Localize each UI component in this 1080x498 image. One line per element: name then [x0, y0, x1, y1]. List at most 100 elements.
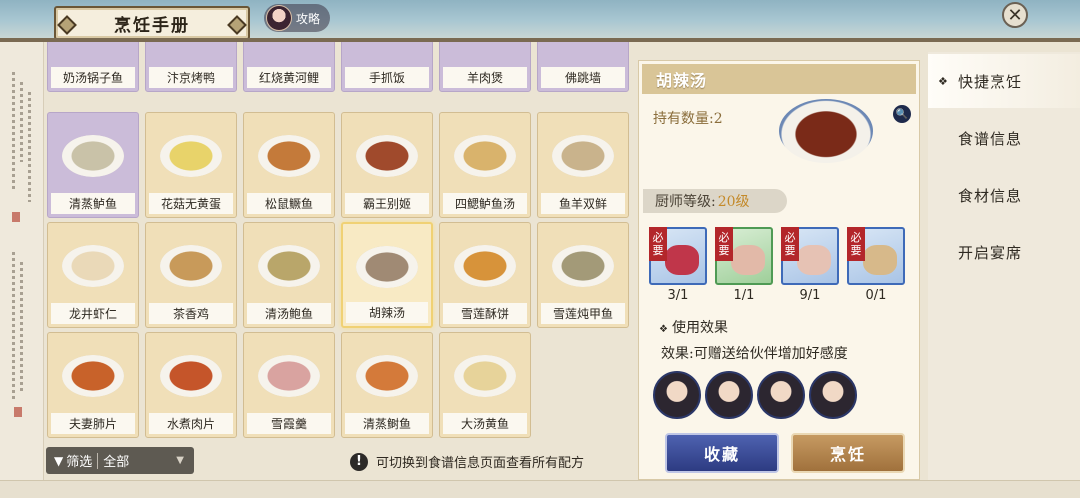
dish-image: [160, 355, 222, 397]
recipe-card[interactable]: 雪莲酥饼: [439, 222, 531, 328]
tab-0[interactable]: ❖ 快捷烹饪: [928, 54, 1080, 108]
dish-image: [258, 355, 320, 397]
recipe-name: 雪莲炖甲鱼: [541, 303, 625, 324]
tab-1[interactable]: 食谱信息: [928, 111, 1080, 165]
recipe-card[interactable]: 夫妻肺片: [47, 332, 139, 438]
required-tag: 必要: [781, 227, 799, 261]
guide-avatar: [266, 5, 292, 31]
recipe-name: 奶汤锅子鱼: [51, 67, 135, 88]
ingredient-count: 9/1: [799, 288, 821, 303]
ingredient-slot[interactable]: 必要 0/1: [847, 227, 905, 303]
recipe-name: 花菇无黄蛋: [149, 193, 233, 214]
required-tag-char: 必: [718, 231, 730, 244]
recipe-card[interactable]: 奶汤锅子鱼: [47, 42, 139, 92]
required-tag-char: 必: [784, 231, 796, 244]
seal-icon: [12, 212, 20, 222]
chevron-down-icon: ▼: [176, 455, 184, 466]
tab-2[interactable]: 食材信息: [928, 168, 1080, 222]
page-title-text: 烹饪手册: [114, 15, 190, 36]
recipe-name: 夫妻肺片: [51, 413, 135, 434]
calligraphy-decoration: [20, 262, 23, 392]
ingredient-slot[interactable]: 必要 1/1: [715, 227, 773, 303]
chef-level-value: 20级: [717, 194, 750, 210]
recipe-name: 羊肉煲: [443, 67, 527, 88]
required-tag-char: 要: [652, 244, 664, 257]
recipe-card[interactable]: 花菇无黄蛋: [145, 112, 237, 218]
recipe-card[interactable]: 羊肉煲: [439, 42, 531, 92]
recipe-card[interactable]: 佛跳墙: [537, 42, 629, 92]
recipe-card[interactable]: 松鼠鳜鱼: [243, 112, 335, 218]
required-tag-char: 必: [652, 231, 664, 244]
recipe-name: 水煮肉片: [149, 413, 233, 434]
recipe-name: 雪莲酥饼: [443, 303, 527, 324]
recipe-name: 红烧黄河鲤: [247, 67, 331, 88]
recipe-card[interactable]: 清蒸鲥鱼: [341, 332, 433, 438]
partner-avatar[interactable]: [809, 371, 857, 419]
ingredient-count: 0/1: [865, 288, 887, 303]
recipe-name: 龙井虾仁: [51, 303, 135, 324]
ingredient-slot[interactable]: 必要 3/1: [649, 227, 707, 303]
dish-image: [454, 245, 516, 287]
owned-count: 持有数量:2: [653, 111, 723, 127]
recipe-card[interactable]: 汴京烤鸭: [145, 42, 237, 92]
ingredient-image: [665, 245, 699, 275]
recipe-card[interactable]: 手抓饭: [341, 42, 433, 92]
ingredient-image: [797, 245, 831, 275]
recipe-card[interactable]: 龙井虾仁: [47, 222, 139, 328]
recipe-name: 四鳃鲈鱼汤: [443, 193, 527, 214]
ingredient-flour-sack-icon: 必要: [781, 227, 839, 285]
dish-image: [62, 135, 124, 177]
recipe-card[interactable]: 清蒸鲈鱼: [47, 112, 139, 218]
guide-button[interactable]: 攻略: [264, 4, 330, 32]
required-tag: 必要: [649, 227, 667, 261]
recipe-card[interactable]: 雪霞羹: [243, 332, 335, 438]
close-icon: ✕: [1007, 4, 1023, 26]
ornament-icon: [227, 15, 247, 35]
recipe-card[interactable]: 大汤黄鱼: [439, 332, 531, 438]
detail-dish-name: 胡辣汤: [642, 64, 916, 94]
recipe-detail-panel: 胡辣汤 持有数量:2 🔍 厨师等级: 20级 必要 3/1 必要 1/1 必要 9/1 必要…: [638, 60, 920, 480]
partner-avatar[interactable]: [705, 371, 753, 419]
filter-dropdown[interactable]: ▼ 筛选 全部 ▼: [46, 447, 194, 474]
recipe-card[interactable]: 雪莲炖甲鱼: [537, 222, 629, 328]
ingredient-flour-sack-icon: 必要: [715, 227, 773, 285]
required-tag-char: 要: [850, 244, 862, 257]
scroll-decoration: [0, 42, 44, 498]
filter-label: 筛选: [66, 455, 93, 470]
dish-image: [160, 245, 222, 287]
ingredient-slot[interactable]: 必要 9/1: [781, 227, 839, 303]
recipe-name: 大汤黄鱼: [443, 413, 527, 434]
partner-avatar[interactable]: [653, 371, 701, 419]
ingredient-tofu-icon: 必要: [847, 227, 905, 285]
effect-title: 使用效果: [659, 317, 728, 337]
recipe-card[interactable]: 鱼羊双鲜: [537, 112, 629, 218]
recipe-name: 雪霞羹: [247, 413, 331, 434]
recipe-card[interactable]: 四鳃鲈鱼汤: [439, 112, 531, 218]
recipe-card[interactable]: 霸王别姬: [341, 112, 433, 218]
magnifier-icon[interactable]: 🔍: [893, 105, 911, 123]
recipe-name: 汴京烤鸭: [149, 67, 233, 88]
recipe-card[interactable]: 茶香鸡: [145, 222, 237, 328]
active-marker-icon: ❖: [938, 74, 949, 88]
close-button[interactable]: ✕: [1002, 2, 1028, 28]
calligraphy-decoration: [12, 252, 15, 402]
ingredient-image: [731, 245, 765, 275]
bottom-bar: [0, 480, 1080, 498]
recipe-name: 清蒸鲥鱼: [345, 413, 429, 434]
recipe-name: 茶香鸡: [149, 303, 233, 324]
chef-level-label: 厨师等级:: [655, 194, 716, 210]
recipe-card[interactable]: 红烧黄河鲤: [243, 42, 335, 92]
recipe-name: 清汤鲍鱼: [247, 303, 331, 324]
recipe-card[interactable]: 水煮肉片: [145, 332, 237, 438]
cook-button[interactable]: 烹饪: [791, 433, 905, 473]
recipe-card[interactable]: 胡辣汤: [341, 222, 433, 328]
ingredient-count: 1/1: [733, 288, 755, 303]
partner-avatar[interactable]: [757, 371, 805, 419]
tab-label: 食材信息: [958, 186, 1023, 205]
favorite-button[interactable]: 收藏: [665, 433, 779, 473]
calligraphy-decoration: [28, 92, 31, 202]
dish-image: [62, 245, 124, 287]
tab-3[interactable]: 开启宴席: [928, 225, 1080, 279]
recipe-card[interactable]: 清汤鲍鱼: [243, 222, 335, 328]
dish-image: [454, 135, 516, 177]
